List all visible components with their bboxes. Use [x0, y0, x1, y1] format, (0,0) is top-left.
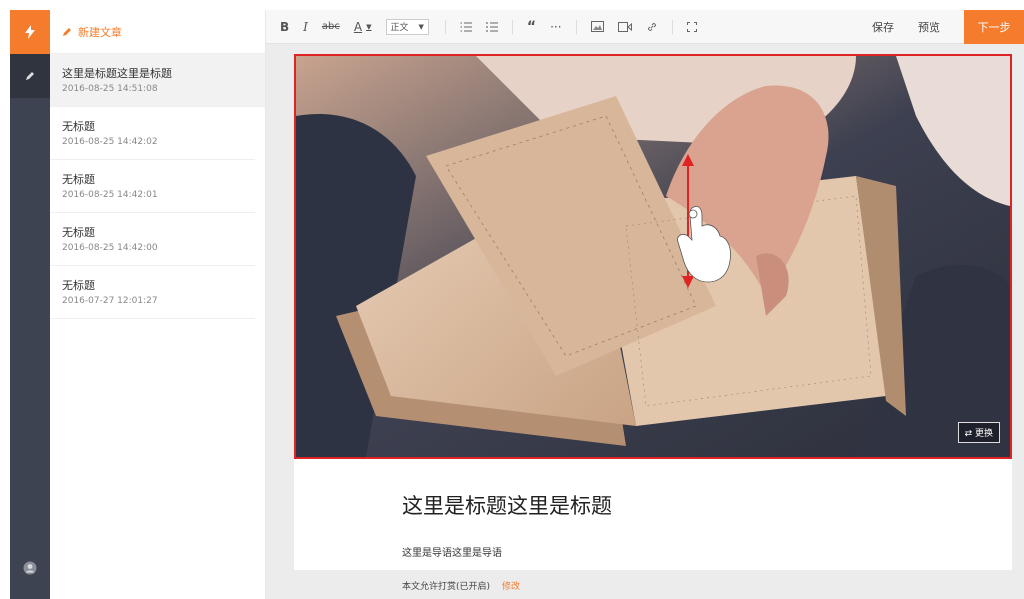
list-item[interactable]: 无标题 2016-08-25 14:42:00: [50, 213, 255, 266]
new-article-label: 新建文章: [78, 25, 122, 39]
divider-line-button[interactable]: ···: [550, 20, 561, 34]
list-item-date: 2016-07-27 12:01:27: [62, 296, 158, 306]
font-color-label: A: [353, 19, 363, 34]
list-item[interactable]: 无标题 2016-08-25 14:42:02: [50, 107, 255, 160]
unordered-list-icon: [486, 21, 498, 32]
avatar-icon[interactable]: [23, 561, 37, 575]
new-article-button[interactable]: 新建文章: [50, 10, 265, 54]
ordered-list-icon: [460, 22, 472, 31]
bolt-icon: [25, 25, 35, 39]
rail-home-button[interactable]: [10, 10, 50, 54]
article-canvas: ⇄ 更换 这里是标题这里是标题 这里是导语这里是导语: [294, 54, 1012, 570]
editor-footer: 本文允许打赏(已开启) 修改: [266, 571, 1024, 599]
list-item-title: 这里是标题这里是标题: [62, 67, 172, 80]
list-item-title: 无标题: [62, 279, 95, 292]
list-item-title: 无标题: [62, 226, 95, 239]
reward-status-text: 本文允许打赏(已开启): [402, 581, 491, 592]
fullscreen-button[interactable]: [686, 21, 697, 32]
cover-image[interactable]: ⇄ 更换: [294, 54, 1012, 459]
list-item[interactable]: 这里是标题这里是标题 2016-08-25 14:51:08: [50, 54, 265, 107]
insert-image-button[interactable]: [590, 21, 604, 32]
list-item[interactable]: 无标题 2016-08-25 14:42:01: [50, 160, 255, 213]
italic-button[interactable]: I: [303, 20, 308, 34]
strikethrough-button[interactable]: abc: [322, 21, 340, 32]
caret-down-icon: ▼: [366, 22, 372, 31]
list-item-date: 2016-08-25 14:42:01: [62, 190, 158, 200]
insert-video-button[interactable]: [617, 21, 632, 32]
save-button[interactable]: 保存: [872, 19, 894, 35]
list-item-date: 2016-08-25 14:42:02: [62, 137, 158, 147]
image-icon: [590, 21, 604, 32]
list-item[interactable]: 无标题 2016-07-27 12:01:27: [50, 266, 255, 319]
list-item-title: 无标题: [62, 173, 95, 186]
ordered-list-button[interactable]: [460, 22, 472, 32]
pencil-icon: [26, 72, 34, 80]
next-step-button[interactable]: 下一步: [964, 10, 1024, 44]
paragraph-format-select[interactable]: 正文 ▼: [385, 18, 429, 35]
editor-toolbar: B I abc A ▼ 正文 ▼ “ ··· 保存 预览 下一步: [266, 10, 1024, 44]
replace-cover-button[interactable]: ⇄ 更换: [957, 422, 1000, 443]
blockquote-button[interactable]: “: [527, 19, 536, 35]
editor-area: B I abc A ▼ 正文 ▼ “ ··· 保存 预览 下一步 ⇄ 更换 这里…: [266, 10, 1024, 599]
modify-reward-link[interactable]: 修改: [502, 579, 520, 592]
paragraph-format-value: 正文: [390, 23, 409, 33]
left-rail: [10, 10, 50, 599]
article-title[interactable]: 这里是标题这里是标题: [402, 490, 612, 520]
list-item-title: 无标题: [62, 120, 95, 133]
insert-link-button[interactable]: [646, 21, 658, 33]
pencil-icon: [63, 27, 71, 36]
fullscreen-icon: [686, 21, 697, 32]
rail-write-button[interactable]: [10, 54, 50, 98]
article-list-panel: 新建文章 这里是标题这里是标题 2016-08-25 14:51:08 无标题 …: [50, 10, 266, 599]
list-item-date: 2016-08-25 14:51:08: [62, 84, 158, 94]
toolbar-divider: [511, 19, 513, 34]
link-icon: [647, 22, 656, 31]
list-item-date: 2016-08-25 14:42:00: [62, 243, 158, 253]
font-color-button[interactable]: A ▼: [354, 20, 372, 34]
bold-button[interactable]: B: [280, 20, 289, 34]
preview-button[interactable]: 预览: [918, 19, 940, 35]
toolbar-divider: [671, 19, 673, 34]
caret-down-icon: ▼: [418, 22, 424, 31]
toolbar-divider: [575, 19, 577, 34]
unordered-list-button[interactable]: [486, 21, 498, 32]
article-lead[interactable]: 这里是导语这里是导语: [402, 544, 502, 559]
toolbar-divider: [444, 19, 446, 34]
open-book-photo: [296, 56, 1010, 457]
video-icon: [617, 21, 632, 32]
